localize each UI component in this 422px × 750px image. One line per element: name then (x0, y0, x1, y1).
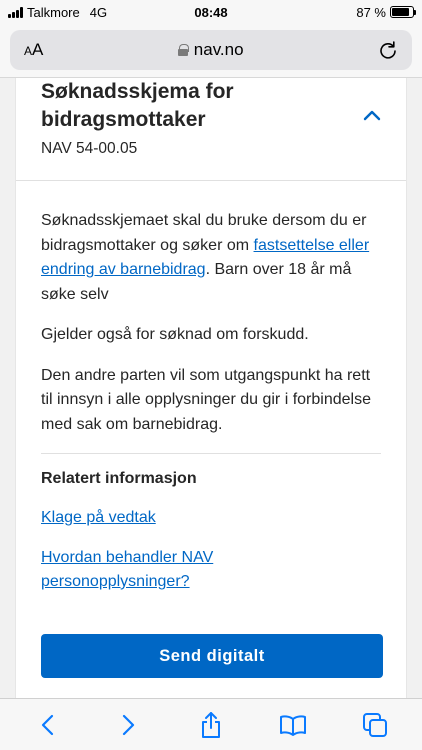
network-type: 4G (89, 4, 108, 20)
battery-icon (390, 6, 416, 18)
forward-icon[interactable] (109, 705, 149, 745)
complaint-link[interactable]: Klage på vedtak (41, 506, 381, 530)
form-description: Søknadsskjemaet skal du bruke dersom du … (41, 209, 381, 307)
url-text: nav.no (193, 40, 244, 59)
advance-note: Gjelder også for søknad om forskudd. (41, 326, 309, 343)
chevron-up-icon[interactable] (363, 108, 381, 126)
access-note: Den andre parten vil som utgangspunkt ha… (41, 366, 371, 433)
form-number: NAV 54-00.05 (41, 140, 138, 157)
status-time: 08:48 (194, 4, 228, 20)
related-info-title: Relatert informasjon (41, 470, 197, 487)
share-icon[interactable] (191, 705, 231, 745)
status-bar: Talkmore 4G 08:48 87 % (0, 0, 422, 24)
bookmarks-icon[interactable] (273, 705, 313, 745)
browser-url-area: AA nav.no (0, 24, 422, 78)
lock-icon (177, 44, 189, 56)
battery-percent: 87 % (356, 4, 386, 20)
back-icon[interactable] (27, 705, 67, 745)
form-title: Søknadsskjema for bidragsmottaker (41, 80, 234, 131)
browser-toolbar (0, 698, 422, 750)
status-right: 87 % (356, 4, 416, 20)
signal-icon (8, 6, 23, 18)
privacy-link[interactable]: Hvordan behandler NAV personopplysninger… (41, 546, 251, 594)
divider (16, 180, 406, 181)
status-left: Talkmore 4G (8, 5, 107, 20)
carrier-name: Talkmore (27, 4, 80, 20)
battery-fill (392, 8, 410, 16)
url-display[interactable]: nav.no (177, 40, 244, 60)
send-digital-button[interactable]: Send digitalt (41, 634, 383, 678)
tabs-icon[interactable] (355, 705, 395, 745)
reload-icon[interactable] (378, 40, 398, 60)
text-size-button[interactable]: AA (24, 40, 43, 60)
accordion-header[interactable]: Søknadsskjema for bidragsmottaker NAV 54… (41, 78, 381, 158)
form-card: Søknadsskjema for bidragsmottaker NAV 54… (15, 78, 407, 698)
address-bar[interactable]: AA nav.no (10, 30, 412, 70)
divider (41, 453, 381, 454)
